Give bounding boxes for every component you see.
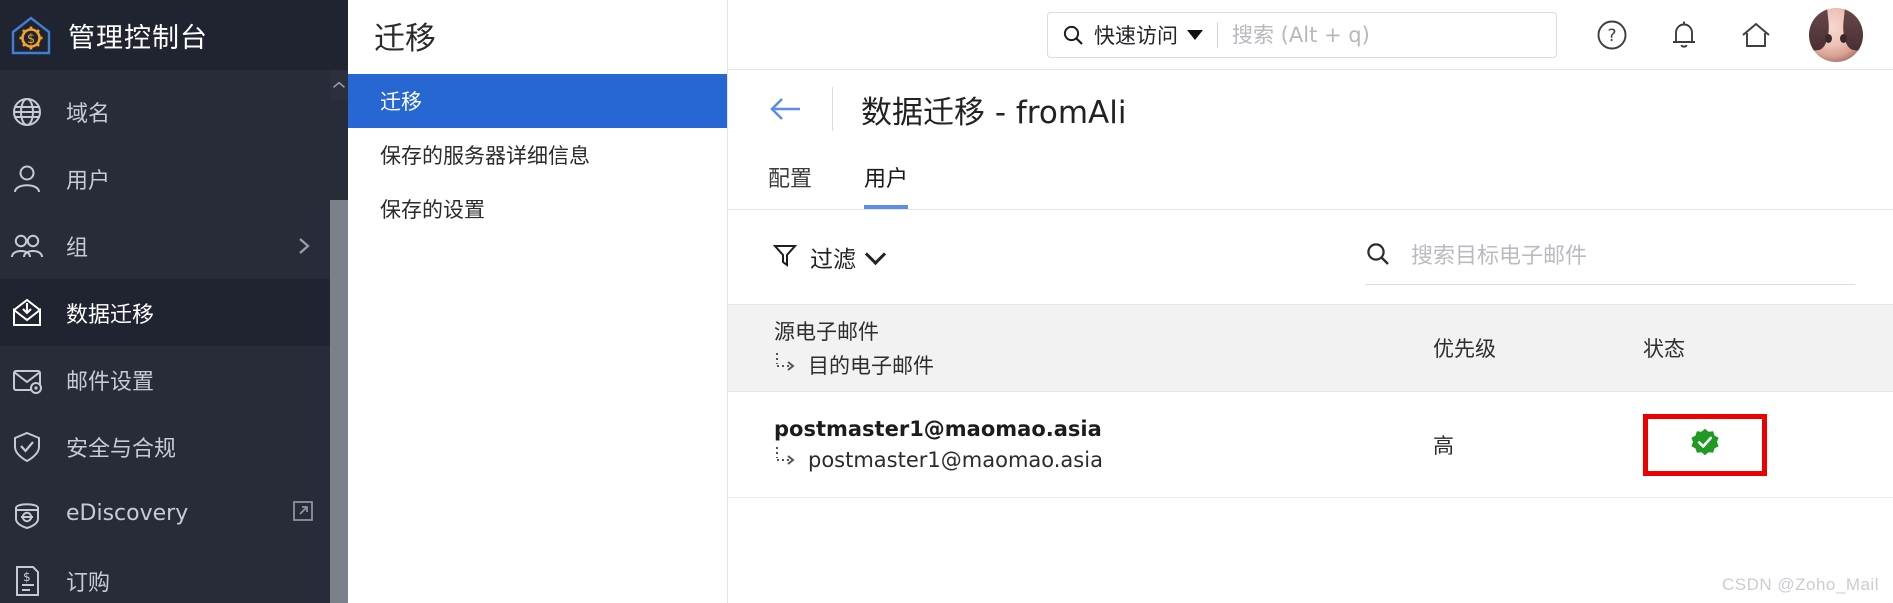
avatar-eye-left xyxy=(1825,34,1832,43)
tab-users[interactable]: 用户 xyxy=(864,161,908,209)
globe-icon xyxy=(10,95,44,129)
column-header-source-email: 源电子邮件 xyxy=(774,316,1433,346)
chevron-down-icon[interactable] xyxy=(865,243,886,264)
mail-import-icon xyxy=(10,296,44,330)
chevron-right-icon[interactable] xyxy=(294,236,314,256)
page-tabs: 配置 用户 xyxy=(728,148,1893,210)
target-email-search-input[interactable] xyxy=(1411,244,1855,269)
cell-email: postmaster1@maomao.asia postmaster1@maom… xyxy=(774,417,1433,472)
submenu-item-saved-server-details[interactable]: 保存的服务器详细信息 xyxy=(348,128,727,182)
chevron-down-icon[interactable] xyxy=(1187,30,1203,40)
divider xyxy=(832,87,833,131)
top-bar: 快速访问 ? xyxy=(728,0,1893,70)
dotted-arrow-icon xyxy=(774,353,800,378)
avatar[interactable] xyxy=(1809,8,1863,62)
svg-text:$: $ xyxy=(23,570,31,584)
avatar-eye-right xyxy=(1840,34,1847,43)
source-email-value: postmaster1@maomao.asia xyxy=(774,417,1433,441)
quick-access-label: 快速访问 xyxy=(1094,20,1178,50)
column-header-priority: 优先级 xyxy=(1433,333,1643,363)
main-content: 快速访问 ? xyxy=(728,0,1893,603)
group-icon xyxy=(10,229,44,263)
admin-console-app: $ 管理控制台 域名 xyxy=(0,0,1893,603)
sidebar-scrollbar[interactable] xyxy=(330,70,348,603)
divider xyxy=(1217,22,1218,48)
sidebar-item-ediscovery[interactable]: eDiscovery xyxy=(0,480,348,547)
bell-icon[interactable] xyxy=(1667,18,1701,52)
svg-text:$: $ xyxy=(27,32,35,47)
console-home-gear-icon: $ xyxy=(8,12,54,58)
sidebar-item-label: eDiscovery xyxy=(66,501,188,526)
sidebar-item-users[interactable]: 用户 xyxy=(0,145,348,212)
priority-value: 高 xyxy=(1433,430,1643,460)
brand-title: 管理控制台 xyxy=(68,16,208,55)
search-icon xyxy=(1062,24,1084,46)
sidebar-nav-list: 域名 用户 xyxy=(0,70,348,603)
search-input[interactable] xyxy=(1232,14,1542,56)
table-header-row: 源电子邮件 目的电子邮件 优先级 状态 xyxy=(728,304,1893,392)
avatar-hair-right xyxy=(1841,8,1863,51)
tab-configuration[interactable]: 配置 xyxy=(768,161,812,209)
dotted-arrow-icon xyxy=(774,447,800,472)
funnel-icon xyxy=(772,242,798,273)
home-icon[interactable] xyxy=(1739,18,1773,52)
status-cell xyxy=(1643,414,1893,476)
column-header-status: 状态 xyxy=(1643,333,1893,363)
scroll-up-arrow-icon[interactable] xyxy=(330,70,348,100)
sidebar-item-label: 组 xyxy=(66,230,88,262)
sidebar-item-label: 域名 xyxy=(66,96,110,128)
destination-email-value: postmaster1@maomao.asia xyxy=(808,448,1103,472)
column-header-destination-email: 目的电子邮件 xyxy=(808,350,934,380)
sidebar-item-subscription[interactable]: $ 订购 xyxy=(0,547,348,603)
submenu-list: 迁移 保存的服务器详细信息 保存的设置 xyxy=(348,70,727,236)
sidebar-item-mail-settings[interactable]: 邮件设置 xyxy=(0,346,348,413)
shield-check-icon xyxy=(10,430,44,464)
page-title: 数据迁移 - fromAli xyxy=(861,87,1126,132)
submenu-item-migration[interactable]: 迁移 xyxy=(348,74,727,128)
global-search-bar[interactable]: 快速访问 xyxy=(1047,12,1557,58)
table-toolbar: 过滤 xyxy=(728,210,1893,304)
sidebar-item-groups[interactable]: 组 xyxy=(0,212,348,279)
back-arrow-icon[interactable] xyxy=(766,89,806,129)
filter-label: 过滤 xyxy=(810,240,856,274)
sidebar-item-label: 安全与合规 xyxy=(66,431,176,463)
sidebar-item-label: 数据迁移 xyxy=(66,297,154,329)
sidebar-item-label: 用户 xyxy=(66,163,110,195)
mail-settings-icon xyxy=(10,363,44,397)
search-icon xyxy=(1365,241,1391,272)
status-highlight-box xyxy=(1643,414,1767,476)
green-check-badge-icon[interactable] xyxy=(1690,427,1720,462)
user-icon xyxy=(10,162,44,196)
target-email-search[interactable] xyxy=(1365,229,1855,285)
migration-submenu-panel: 迁移 迁移 保存的服务器详细信息 保存的设置 xyxy=(348,0,728,603)
page-header: 数据迁移 - fromAli xyxy=(728,70,1893,148)
sidebar-item-domains[interactable]: 域名 xyxy=(0,78,348,145)
help-circle-icon[interactable]: ? xyxy=(1595,18,1629,52)
svg-text:?: ? xyxy=(1607,26,1616,46)
sidebar-item-data-migration[interactable]: 数据迁移 xyxy=(0,279,348,346)
invoice-icon: $ xyxy=(10,564,44,598)
table-row[interactable]: postmaster1@maomao.asia postmaster1@maom… xyxy=(728,392,1893,498)
submenu-heading: 迁移 xyxy=(348,0,727,70)
brand-header: $ 管理控制台 xyxy=(0,0,348,70)
avatar-hair-left xyxy=(1809,8,1831,51)
sidebar-item-label: 订购 xyxy=(66,565,110,597)
sidebar-item-label: 邮件设置 xyxy=(66,364,154,396)
sidebar-scroll-area: 域名 用户 xyxy=(0,70,348,603)
submenu-item-saved-settings[interactable]: 保存的设置 xyxy=(348,182,727,236)
watermark: CSDN @Zoho_Mail xyxy=(1722,575,1879,595)
ediscovery-icon xyxy=(10,497,44,531)
primary-sidebar: $ 管理控制台 域名 xyxy=(0,0,348,603)
external-link-icon[interactable] xyxy=(292,500,314,527)
sidebar-item-security-compliance[interactable]: 安全与合规 xyxy=(0,413,348,480)
filter-button[interactable]: 过滤 xyxy=(772,240,883,274)
column-header-email: 源电子邮件 目的电子邮件 xyxy=(774,316,1433,380)
sidebar-scrollbar-thumb[interactable] xyxy=(330,200,348,603)
